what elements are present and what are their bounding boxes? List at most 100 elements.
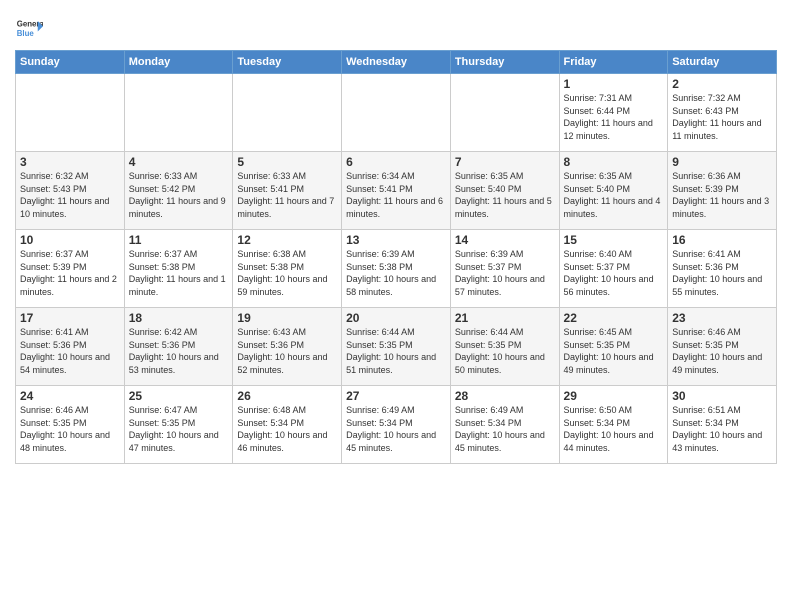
calendar-cell <box>342 74 451 152</box>
calendar-cell: 13Sunrise: 6:39 AM Sunset: 5:38 PM Dayli… <box>342 230 451 308</box>
day-number: 9 <box>672 155 772 169</box>
day-number: 28 <box>455 389 555 403</box>
calendar-cell: 29Sunrise: 6:50 AM Sunset: 5:34 PM Dayli… <box>559 386 668 464</box>
day-info: Sunrise: 6:48 AM Sunset: 5:34 PM Dayligh… <box>237 404 337 454</box>
calendar-cell: 14Sunrise: 6:39 AM Sunset: 5:37 PM Dayli… <box>450 230 559 308</box>
calendar-cell: 18Sunrise: 6:42 AM Sunset: 5:36 PM Dayli… <box>124 308 233 386</box>
calendar-header: SundayMondayTuesdayWednesdayThursdayFrid… <box>16 51 777 74</box>
calendar-week-4: 17Sunrise: 6:41 AM Sunset: 5:36 PM Dayli… <box>16 308 777 386</box>
calendar-cell: 4Sunrise: 6:33 AM Sunset: 5:42 PM Daylig… <box>124 152 233 230</box>
day-number: 4 <box>129 155 229 169</box>
day-number: 16 <box>672 233 772 247</box>
weekday-header-row: SundayMondayTuesdayWednesdayThursdayFrid… <box>16 51 777 74</box>
calendar-cell: 28Sunrise: 6:49 AM Sunset: 5:34 PM Dayli… <box>450 386 559 464</box>
day-info: Sunrise: 6:51 AM Sunset: 5:34 PM Dayligh… <box>672 404 772 454</box>
day-info: Sunrise: 7:32 AM Sunset: 6:43 PM Dayligh… <box>672 92 772 142</box>
day-info: Sunrise: 6:46 AM Sunset: 5:35 PM Dayligh… <box>672 326 772 376</box>
day-number: 27 <box>346 389 446 403</box>
day-number: 21 <box>455 311 555 325</box>
day-info: Sunrise: 6:33 AM Sunset: 5:41 PM Dayligh… <box>237 170 337 220</box>
day-number: 2 <box>672 77 772 91</box>
calendar-cell: 27Sunrise: 6:49 AM Sunset: 5:34 PM Dayli… <box>342 386 451 464</box>
day-info: Sunrise: 6:49 AM Sunset: 5:34 PM Dayligh… <box>455 404 555 454</box>
calendar-cell: 7Sunrise: 6:35 AM Sunset: 5:40 PM Daylig… <box>450 152 559 230</box>
weekday-header-friday: Friday <box>559 51 668 74</box>
day-info: Sunrise: 6:33 AM Sunset: 5:42 PM Dayligh… <box>129 170 229 220</box>
calendar-cell: 3Sunrise: 6:32 AM Sunset: 5:43 PM Daylig… <box>16 152 125 230</box>
calendar-cell: 25Sunrise: 6:47 AM Sunset: 5:35 PM Dayli… <box>124 386 233 464</box>
header-area: General Blue <box>15 10 777 42</box>
day-number: 23 <box>672 311 772 325</box>
day-info: Sunrise: 6:39 AM Sunset: 5:38 PM Dayligh… <box>346 248 446 298</box>
weekday-header-sunday: Sunday <box>16 51 125 74</box>
calendar-cell <box>233 74 342 152</box>
weekday-header-thursday: Thursday <box>450 51 559 74</box>
calendar-table: SundayMondayTuesdayWednesdayThursdayFrid… <box>15 50 777 464</box>
day-number: 20 <box>346 311 446 325</box>
weekday-header-tuesday: Tuesday <box>233 51 342 74</box>
calendar-cell: 16Sunrise: 6:41 AM Sunset: 5:36 PM Dayli… <box>668 230 777 308</box>
calendar-cell: 26Sunrise: 6:48 AM Sunset: 5:34 PM Dayli… <box>233 386 342 464</box>
calendar-cell: 1Sunrise: 7:31 AM Sunset: 6:44 PM Daylig… <box>559 74 668 152</box>
day-number: 11 <box>129 233 229 247</box>
day-number: 12 <box>237 233 337 247</box>
day-number: 8 <box>564 155 664 169</box>
day-info: Sunrise: 6:40 AM Sunset: 5:37 PM Dayligh… <box>564 248 664 298</box>
calendar-cell: 30Sunrise: 6:51 AM Sunset: 5:34 PM Dayli… <box>668 386 777 464</box>
day-number: 15 <box>564 233 664 247</box>
calendar-cell: 2Sunrise: 7:32 AM Sunset: 6:43 PM Daylig… <box>668 74 777 152</box>
day-info: Sunrise: 6:38 AM Sunset: 5:38 PM Dayligh… <box>237 248 337 298</box>
day-number: 14 <box>455 233 555 247</box>
day-info: Sunrise: 6:41 AM Sunset: 5:36 PM Dayligh… <box>20 326 120 376</box>
day-info: Sunrise: 6:42 AM Sunset: 5:36 PM Dayligh… <box>129 326 229 376</box>
calendar-cell: 12Sunrise: 6:38 AM Sunset: 5:38 PM Dayli… <box>233 230 342 308</box>
day-info: Sunrise: 6:39 AM Sunset: 5:37 PM Dayligh… <box>455 248 555 298</box>
weekday-header-saturday: Saturday <box>668 51 777 74</box>
day-info: Sunrise: 6:44 AM Sunset: 5:35 PM Dayligh… <box>455 326 555 376</box>
day-number: 19 <box>237 311 337 325</box>
day-number: 26 <box>237 389 337 403</box>
calendar-cell: 9Sunrise: 6:36 AM Sunset: 5:39 PM Daylig… <box>668 152 777 230</box>
calendar-cell: 5Sunrise: 6:33 AM Sunset: 5:41 PM Daylig… <box>233 152 342 230</box>
calendar-cell: 22Sunrise: 6:45 AM Sunset: 5:35 PM Dayli… <box>559 308 668 386</box>
calendar-cell: 6Sunrise: 6:34 AM Sunset: 5:41 PM Daylig… <box>342 152 451 230</box>
day-info: Sunrise: 6:41 AM Sunset: 5:36 PM Dayligh… <box>672 248 772 298</box>
logo: General Blue <box>15 14 43 42</box>
calendar-cell: 24Sunrise: 6:46 AM Sunset: 5:35 PM Dayli… <box>16 386 125 464</box>
day-info: Sunrise: 6:43 AM Sunset: 5:36 PM Dayligh… <box>237 326 337 376</box>
calendar-body: 1Sunrise: 7:31 AM Sunset: 6:44 PM Daylig… <box>16 74 777 464</box>
day-number: 17 <box>20 311 120 325</box>
day-info: Sunrise: 6:47 AM Sunset: 5:35 PM Dayligh… <box>129 404 229 454</box>
weekday-header-monday: Monday <box>124 51 233 74</box>
calendar-week-5: 24Sunrise: 6:46 AM Sunset: 5:35 PM Dayli… <box>16 386 777 464</box>
day-info: Sunrise: 6:49 AM Sunset: 5:34 PM Dayligh… <box>346 404 446 454</box>
day-number: 18 <box>129 311 229 325</box>
day-number: 10 <box>20 233 120 247</box>
day-number: 3 <box>20 155 120 169</box>
day-info: Sunrise: 6:45 AM Sunset: 5:35 PM Dayligh… <box>564 326 664 376</box>
day-info: Sunrise: 6:36 AM Sunset: 5:39 PM Dayligh… <box>672 170 772 220</box>
calendar-cell: 15Sunrise: 6:40 AM Sunset: 5:37 PM Dayli… <box>559 230 668 308</box>
day-info: Sunrise: 6:46 AM Sunset: 5:35 PM Dayligh… <box>20 404 120 454</box>
day-info: Sunrise: 6:35 AM Sunset: 5:40 PM Dayligh… <box>564 170 664 220</box>
day-number: 5 <box>237 155 337 169</box>
page-container: General Blue SundayMondayTuesdayWednesda… <box>0 0 792 472</box>
day-info: Sunrise: 6:44 AM Sunset: 5:35 PM Dayligh… <box>346 326 446 376</box>
day-number: 24 <box>20 389 120 403</box>
calendar-week-2: 3Sunrise: 6:32 AM Sunset: 5:43 PM Daylig… <box>16 152 777 230</box>
calendar-week-1: 1Sunrise: 7:31 AM Sunset: 6:44 PM Daylig… <box>16 74 777 152</box>
calendar-cell <box>450 74 559 152</box>
calendar-cell: 17Sunrise: 6:41 AM Sunset: 5:36 PM Dayli… <box>16 308 125 386</box>
day-info: Sunrise: 7:31 AM Sunset: 6:44 PM Dayligh… <box>564 92 664 142</box>
weekday-header-wednesday: Wednesday <box>342 51 451 74</box>
calendar-cell: 11Sunrise: 6:37 AM Sunset: 5:38 PM Dayli… <box>124 230 233 308</box>
calendar-cell: 8Sunrise: 6:35 AM Sunset: 5:40 PM Daylig… <box>559 152 668 230</box>
calendar-week-3: 10Sunrise: 6:37 AM Sunset: 5:39 PM Dayli… <box>16 230 777 308</box>
calendar-cell: 21Sunrise: 6:44 AM Sunset: 5:35 PM Dayli… <box>450 308 559 386</box>
calendar-cell: 23Sunrise: 6:46 AM Sunset: 5:35 PM Dayli… <box>668 308 777 386</box>
svg-text:Blue: Blue <box>17 29 35 38</box>
calendar-cell <box>124 74 233 152</box>
calendar-cell <box>16 74 125 152</box>
day-info: Sunrise: 6:37 AM Sunset: 5:39 PM Dayligh… <box>20 248 120 298</box>
day-info: Sunrise: 6:37 AM Sunset: 5:38 PM Dayligh… <box>129 248 229 298</box>
